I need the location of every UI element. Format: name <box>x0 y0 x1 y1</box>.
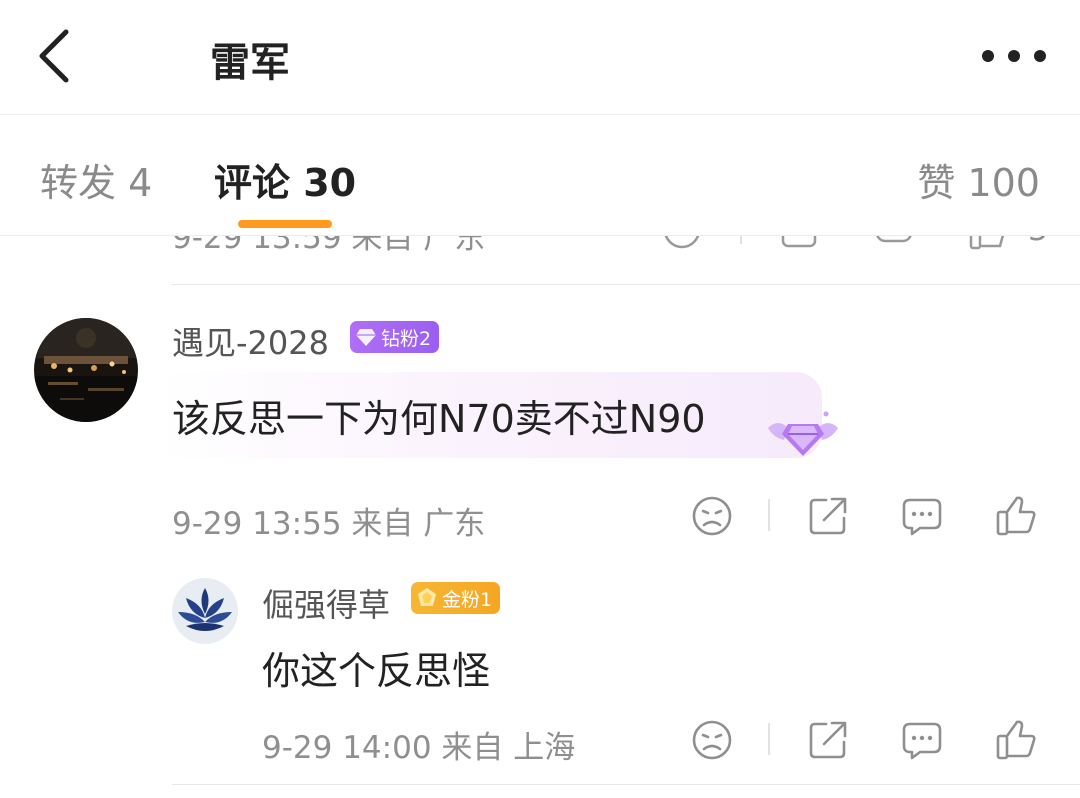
avatar[interactable] <box>34 318 138 422</box>
tab-bar: 转发 4 评论 30 赞 100 <box>0 116 1080 236</box>
like-icon[interactable] <box>994 718 1038 762</box>
diamond-icon <box>356 329 376 346</box>
divider <box>172 784 1080 785</box>
diamond-decoration-icon <box>768 411 838 456</box>
tab-likes[interactable]: 赞 100 <box>917 152 1040 207</box>
more-horizontal-icon[interactable] <box>978 38 1050 74</box>
separator <box>768 723 770 755</box>
sad-face-icon[interactable] <box>690 718 734 762</box>
share-icon[interactable] <box>806 494 850 538</box>
chevron-left-icon[interactable] <box>28 24 88 88</box>
fan-badge-diamond[interactable]: 钻粉2 <box>350 321 440 353</box>
tab-comments[interactable]: 评论 30 <box>214 152 356 207</box>
separator <box>768 499 770 531</box>
comment-icon[interactable] <box>900 718 944 762</box>
username[interactable]: 遇见-2028 <box>172 318 329 364</box>
top-bar: 雷军 <box>0 0 1080 115</box>
badge-label: 钻粉2 <box>381 327 432 350</box>
gold-gem-icon <box>418 588 436 606</box>
badge-label: 金粉1 <box>442 588 493 611</box>
comment-meta: 9-29 13:55 来自 广东 <box>172 506 486 542</box>
reply-username[interactable]: 倔强得草 <box>262 580 390 626</box>
comment-icon[interactable] <box>900 494 944 538</box>
divider <box>172 284 1080 285</box>
sad-face-icon[interactable] <box>690 494 734 538</box>
reply-avatar[interactable] <box>172 578 238 644</box>
page-title: 雷军 <box>210 40 290 86</box>
comment-text[interactable]: 该反思一下为何N70卖不过N90 <box>172 388 706 443</box>
fan-badge-gold[interactable]: 金粉1 <box>411 582 501 614</box>
reply-meta: 9-29 14:00 来自 上海 <box>262 730 576 766</box>
share-icon[interactable] <box>806 718 850 762</box>
reply-text[interactable]: 你这个反思怪 <box>262 640 490 695</box>
active-tab-indicator <box>238 220 332 228</box>
tab-reposts[interactable]: 转发 4 <box>40 152 152 207</box>
like-icon[interactable] <box>994 494 1038 538</box>
